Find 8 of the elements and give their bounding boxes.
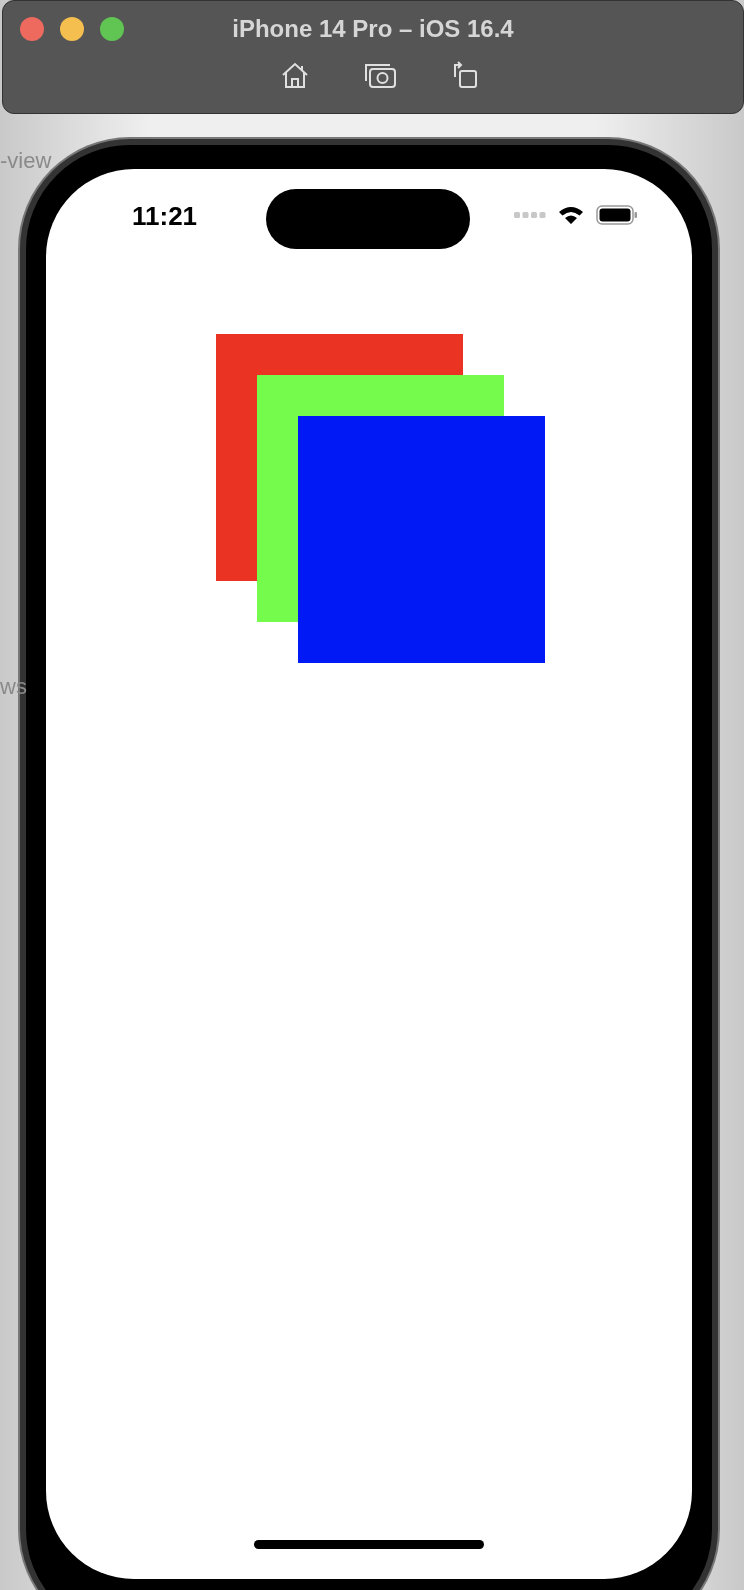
wifi-icon (558, 205, 584, 225)
battery-icon (596, 205, 638, 225)
status-time: 11:21 (132, 201, 198, 232)
background-text: -view (0, 148, 52, 174)
zoom-button[interactable] (100, 17, 124, 41)
minimize-button[interactable] (60, 17, 84, 41)
signal-icon (514, 212, 546, 218)
window-title: iPhone 14 Pro – iOS 16.4 (232, 15, 514, 43)
